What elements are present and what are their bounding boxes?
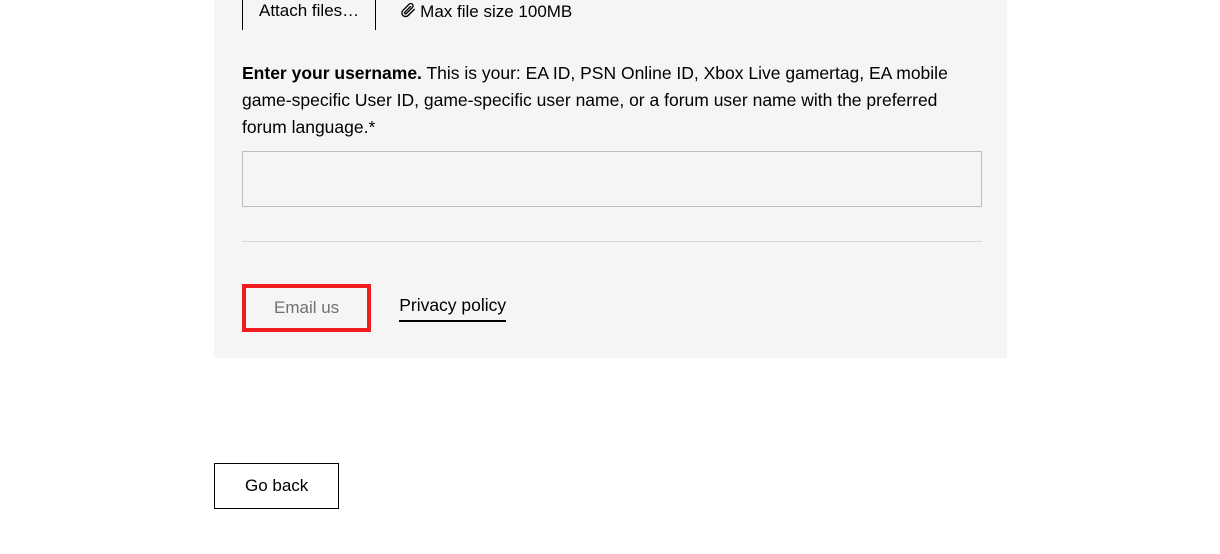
username-prompt: Enter your username. This is your: EA ID…: [242, 60, 979, 141]
email-us-button[interactable]: Email us: [242, 284, 371, 332]
max-file-size-label: Max file size 100MB: [400, 2, 572, 23]
actions-row: Email us Privacy policy: [242, 284, 979, 332]
form-panel: Attach files… Max file size 100MB Enter …: [214, 0, 1007, 358]
max-file-size-text: Max file size 100MB: [420, 2, 572, 22]
username-input[interactable]: [242, 151, 982, 207]
username-prompt-strong: Enter your username.: [242, 63, 422, 83]
attach-files-button[interactable]: Attach files…: [242, 0, 376, 30]
divider: [242, 241, 982, 242]
privacy-policy-link[interactable]: Privacy policy: [399, 295, 506, 322]
go-back-button[interactable]: Go back: [214, 463, 339, 509]
attach-row: Attach files… Max file size 100MB: [242, 0, 979, 30]
paperclip-icon: [400, 2, 416, 23]
